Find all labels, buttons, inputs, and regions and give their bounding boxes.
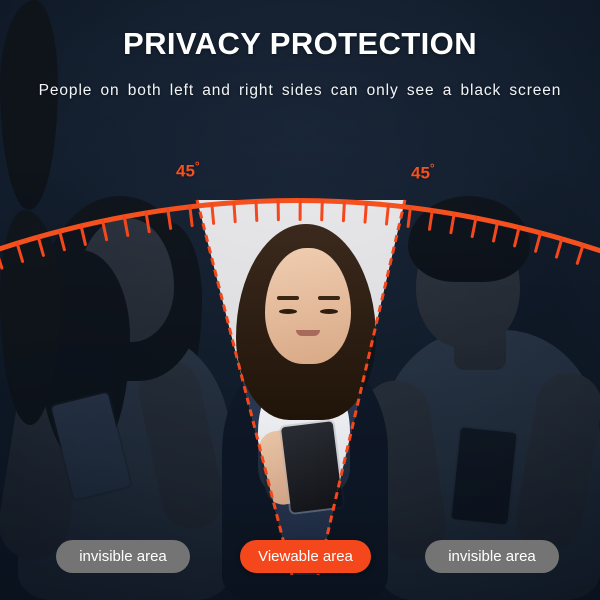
arc-tick	[363, 201, 368, 224]
arc-tick	[101, 219, 109, 242]
angle-label-right-value: 45	[411, 163, 430, 183]
arc-tick	[58, 229, 66, 252]
legend-pill-viewable[interactable]: Viewable area	[240, 540, 371, 573]
legend-pill-invisible-left[interactable]: invisible area	[56, 540, 190, 573]
arc-tick	[122, 215, 130, 237]
arc-tick	[555, 237, 564, 259]
arc-tick	[428, 209, 434, 231]
angle-label-left: 45°	[176, 159, 200, 182]
arc-tick	[449, 212, 456, 235]
angle-label-left-value: 45	[176, 161, 195, 181]
page-subtitle: People on both left and right sides can …	[38, 82, 562, 99]
arc-tick	[15, 241, 25, 263]
arc-tick	[36, 235, 45, 257]
arc-tick	[232, 201, 237, 224]
wedge-edge-left	[195, 199, 294, 576]
arc-tick	[0, 257, 4, 270]
degree-symbol-left: °	[194, 159, 200, 173]
arc-tick	[79, 224, 87, 246]
arc-tick	[144, 211, 151, 234]
arc-tick	[188, 205, 194, 228]
degree-symbol-right: °	[429, 161, 435, 175]
arc-tick	[406, 206, 412, 228]
wedge-edge-right	[316, 199, 407, 576]
privacy-protection-infographic: PRIVACY PROTECTION People on both left a…	[0, 0, 600, 600]
arc-tick	[385, 203, 390, 226]
arc-tick	[166, 208, 173, 230]
page-title: PRIVACY PROTECTION	[123, 26, 477, 61]
legend-pill-invisible-right[interactable]: invisible area	[425, 540, 559, 573]
arc-tick	[320, 199, 324, 222]
arc-tick	[341, 200, 346, 223]
arc-tick	[575, 243, 585, 265]
arc-tick	[513, 225, 521, 248]
arc-tick	[210, 203, 216, 225]
arc-tick	[492, 221, 499, 243]
arc-tick	[470, 216, 478, 239]
angle-label-right: 45°	[411, 161, 435, 184]
arc-tick	[254, 199, 259, 222]
arc-tick-marks	[0, 199, 585, 270]
arc-tick	[534, 231, 542, 253]
